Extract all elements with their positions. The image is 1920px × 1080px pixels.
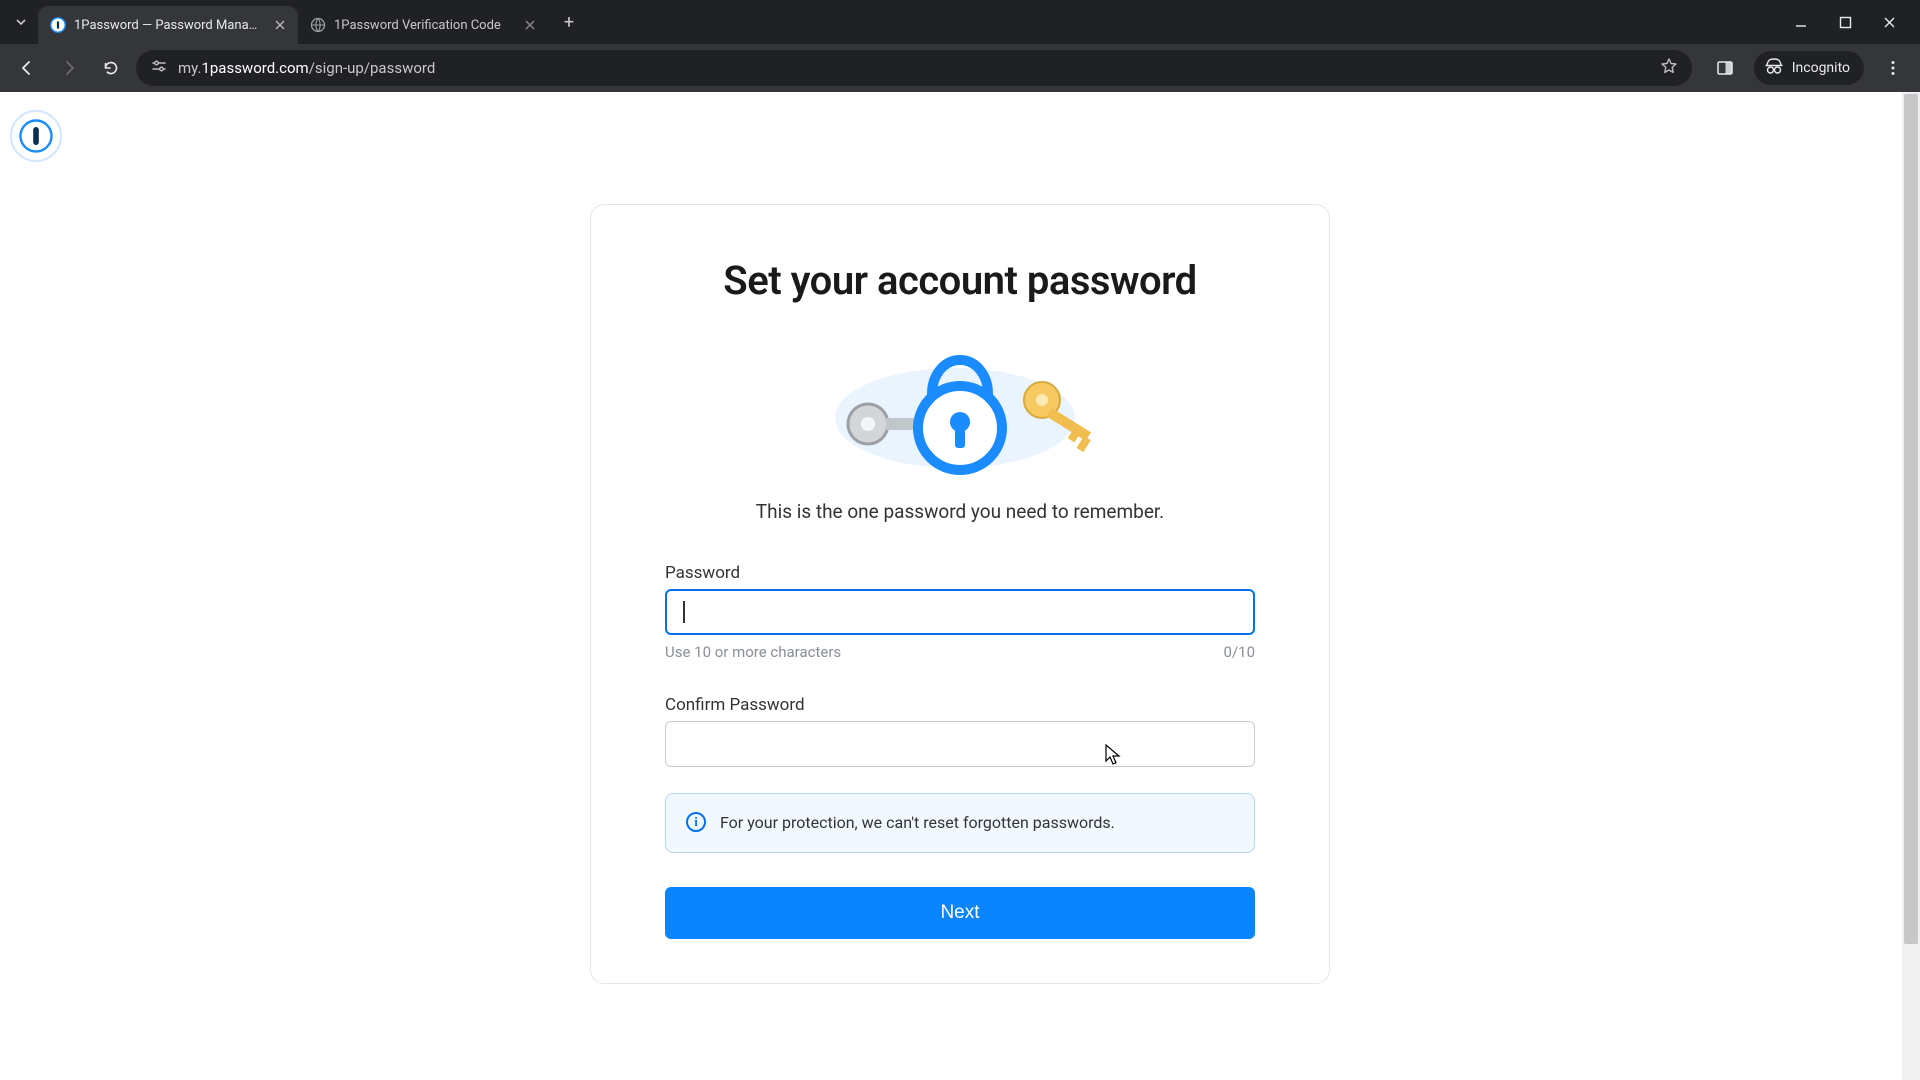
bookmark-icon[interactable] <box>1660 57 1678 79</box>
info-box: i For your protection, we can't reset fo… <box>665 793 1255 853</box>
password-counter: 0/10 <box>1224 643 1255 661</box>
url-text: my.1password.com/sign-up/password <box>178 59 435 77</box>
tab-strip: 1Password — Password Manager 1Password V… <box>0 0 1920 44</box>
confirm-password-label: Confirm Password <box>665 695 1255 715</box>
reload-button[interactable] <box>94 51 128 85</box>
password-hint: Use 10 or more characters <box>665 643 841 661</box>
globe-favicon-icon <box>310 17 326 33</box>
forward-button[interactable] <box>52 51 86 85</box>
page-title: Set your account password <box>665 257 1255 304</box>
lock-and-key-illustration <box>665 332 1255 482</box>
confirm-password-input[interactable] <box>665 721 1255 767</box>
signup-password-card: Set your account password <box>590 204 1330 984</box>
next-button[interactable]: Next <box>665 887 1255 939</box>
site-settings-icon[interactable] <box>150 57 168 79</box>
page-viewport: Set your account password <box>0 92 1920 1080</box>
address-bar[interactable]: my.1password.com/sign-up/password <box>136 50 1692 86</box>
toolbar: my.1password.com/sign-up/password <box>0 44 1920 92</box>
tab-title: 1Password — Password Manager <box>74 18 264 33</box>
close-icon[interactable] <box>272 17 288 33</box>
minimize-icon[interactable] <box>1792 13 1810 31</box>
side-panel-icon[interactable] <box>1708 51 1742 85</box>
password-label: Password <box>665 563 1255 583</box>
close-icon[interactable] <box>522 17 538 33</box>
incognito-indicator[interactable]: Incognito <box>1754 51 1864 85</box>
tab-title: 1Password Verification Code <box>334 18 514 33</box>
kebab-menu-icon[interactable] <box>1876 51 1910 85</box>
incognito-label: Incognito <box>1792 60 1850 76</box>
back-button[interactable] <box>10 51 44 85</box>
info-icon: i <box>686 812 706 832</box>
new-tab-button[interactable]: + <box>554 12 584 33</box>
info-text: For your protection, we can't reset forg… <box>720 812 1115 834</box>
text-caret <box>683 601 685 623</box>
close-window-icon[interactable] <box>1880 13 1898 31</box>
tab-1password-manager[interactable]: 1Password — Password Manager <box>38 6 298 44</box>
tab-search-dropdown[interactable] <box>4 5 38 39</box>
window-controls <box>1792 13 1920 31</box>
onepassword-favicon-icon <box>50 17 66 33</box>
incognito-icon <box>1764 57 1784 79</box>
maximize-icon[interactable] <box>1836 13 1854 31</box>
onepassword-logo[interactable] <box>10 110 62 162</box>
password-input[interactable] <box>665 589 1255 635</box>
subtitle: This is the one password you need to rem… <box>665 500 1255 523</box>
scrollbar[interactable] <box>1902 92 1920 1080</box>
scrollbar-thumb[interactable] <box>1904 94 1918 944</box>
tab-verification-code[interactable]: 1Password Verification Code <box>298 6 548 44</box>
browser-chrome: 1Password — Password Manager 1Password V… <box>0 0 1920 92</box>
